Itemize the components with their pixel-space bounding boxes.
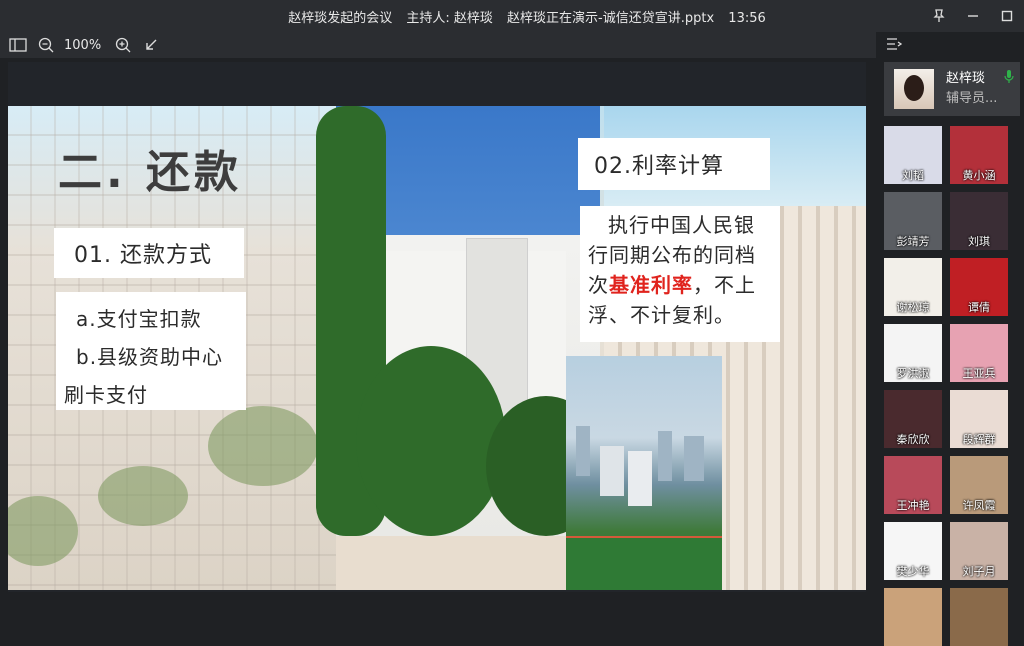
- rate-highlight: 基准利率: [609, 273, 693, 297]
- microphone-icon: [1004, 70, 1014, 83]
- avatar: [894, 69, 934, 109]
- slide-bottom-strip: [336, 536, 566, 590]
- fit-window-button[interactable]: [141, 35, 161, 55]
- participant-tile[interactable]: [950, 588, 1008, 646]
- city-building: [600, 446, 624, 496]
- list-collapse-icon: [887, 37, 903, 50]
- maximize-button[interactable]: [990, 4, 1024, 28]
- option-b-continued: 刷卡支付: [64, 383, 148, 407]
- participant-name: 秦欣欣: [896, 433, 930, 446]
- participant-name: 刘琪: [968, 235, 990, 248]
- option-b: b.县级资助中心: [76, 345, 224, 369]
- participant-tile[interactable]: 刘子月: [950, 522, 1008, 580]
- participant-tile[interactable]: 谢松琼: [884, 258, 942, 316]
- participant-tile[interactable]: 王亚兵: [950, 324, 1008, 382]
- layout-panel-icon: [9, 38, 27, 52]
- participant-name: 彭靖芳: [896, 235, 930, 248]
- participant-tile[interactable]: 段辉群: [950, 390, 1008, 448]
- participant-name: 樊少华: [896, 565, 930, 578]
- host-label: 主持人: 赵梓琰: [406, 10, 493, 26]
- city-building: [658, 431, 672, 481]
- palm-tree-decoration: [208, 406, 318, 486]
- host-role: 辅导员...: [946, 91, 998, 106]
- host-name: 赵梓琰: [946, 71, 986, 86]
- participant-tile[interactable]: 王冲艳: [884, 456, 942, 514]
- host-card[interactable]: 赵梓琰 辅导员...: [884, 62, 1020, 116]
- participant-tile[interactable]: 刘琪: [950, 192, 1008, 250]
- clock-time: 13:56: [728, 10, 766, 26]
- option-a: a.支付宝扣款: [76, 307, 202, 331]
- participant-tile[interactable]: 谭倩: [950, 258, 1008, 316]
- zoom-in-button[interactable]: [113, 35, 133, 55]
- slide-heading: 二. 还款: [58, 147, 243, 198]
- slide-canvas: 二. 还款 01. 还款方式 a.支付宝扣款 b.县级资助中心 刷卡支付 02.…: [8, 106, 866, 590]
- tree-foliage: [356, 346, 506, 536]
- participant-tile[interactable]: 秦欣欣: [884, 390, 942, 448]
- participant-name: 王冲艳: [896, 499, 930, 512]
- slide-photo-building-trees: [316, 106, 606, 536]
- zoom-in-icon: [116, 37, 131, 53]
- city-building: [628, 451, 652, 506]
- slide-photo-city: [566, 356, 722, 590]
- participant-name: 刘韬: [902, 169, 924, 182]
- participant-tile[interactable]: 刘韬: [884, 126, 942, 184]
- participant-name: 黄小涵: [962, 169, 996, 182]
- title-bar: 赵梓琰发起的会议 主持人: 赵梓琰 赵梓琰正在演示-诚信还贷宣讲.pptx 13…: [0, 0, 1024, 32]
- participants-sidebar: 赵梓琰 辅导员... 刘韬 黄小涵彭靖芳 刘琪谢松琼 谭倩罗洪淑 王亚兵秦欣欣 段辉群王冲…: [876, 32, 1024, 646]
- zoom-level: 100%: [64, 37, 102, 53]
- participant-tile[interactable]: 罗洪淑: [884, 324, 942, 382]
- window-title: 赵梓琰发起的会议 主持人: 赵梓琰 赵梓琰正在演示-诚信还贷宣讲.pptx 13…: [288, 7, 776, 26]
- participant-tile[interactable]: 彭靖芳: [884, 192, 942, 250]
- arrow-down-left-icon: [146, 39, 157, 50]
- participant-name: 许凤霞: [962, 499, 996, 512]
- palm-tree-decoration: [98, 466, 188, 526]
- zoom-out-button[interactable]: [36, 35, 56, 55]
- participant-tile[interactable]: [884, 588, 942, 646]
- participant-tile[interactable]: 黄小涵: [950, 126, 1008, 184]
- zoom-out-icon: [38, 37, 54, 53]
- pin-button[interactable]: [922, 4, 956, 28]
- presenting-label: 赵梓琰正在演示-诚信还贷宣讲.pptx: [507, 10, 715, 26]
- interest-rate-text: 执行中国人民银行同期公布的同档次基准利率，不上浮、不计复利。: [580, 206, 780, 342]
- sports-field: [566, 536, 722, 590]
- collapse-list-button[interactable]: [886, 36, 903, 55]
- participant-name: 谭倩: [968, 301, 990, 314]
- sidebar-toggle-button[interactable]: [8, 35, 28, 55]
- minimize-button[interactable]: [956, 4, 990, 28]
- participant-name: 王亚兵: [962, 367, 996, 380]
- participant-name: 罗洪淑: [896, 367, 930, 380]
- participant-tile[interactable]: 许凤霞: [950, 456, 1008, 514]
- interest-rate-title: 02.利率计算: [578, 138, 770, 190]
- participant-name: 谢松琼: [896, 301, 930, 314]
- minimize-icon: [968, 15, 978, 17]
- presentation-toolbar: 100%: [0, 32, 876, 58]
- repayment-method-title: 01. 还款方式: [54, 228, 244, 278]
- pin-icon: [933, 9, 945, 22]
- maximize-icon: [1001, 10, 1013, 22]
- city-building: [576, 426, 590, 476]
- participant-name: 段辉群: [962, 433, 996, 446]
- meeting-title: 赵梓琰发起的会议: [288, 10, 393, 26]
- repayment-options: a.支付宝扣款 b.县级资助中心 刷卡支付: [56, 292, 246, 410]
- participant-tile[interactable]: 樊少华: [884, 522, 942, 580]
- city-building: [684, 436, 704, 481]
- participant-name: 刘子月: [962, 565, 996, 578]
